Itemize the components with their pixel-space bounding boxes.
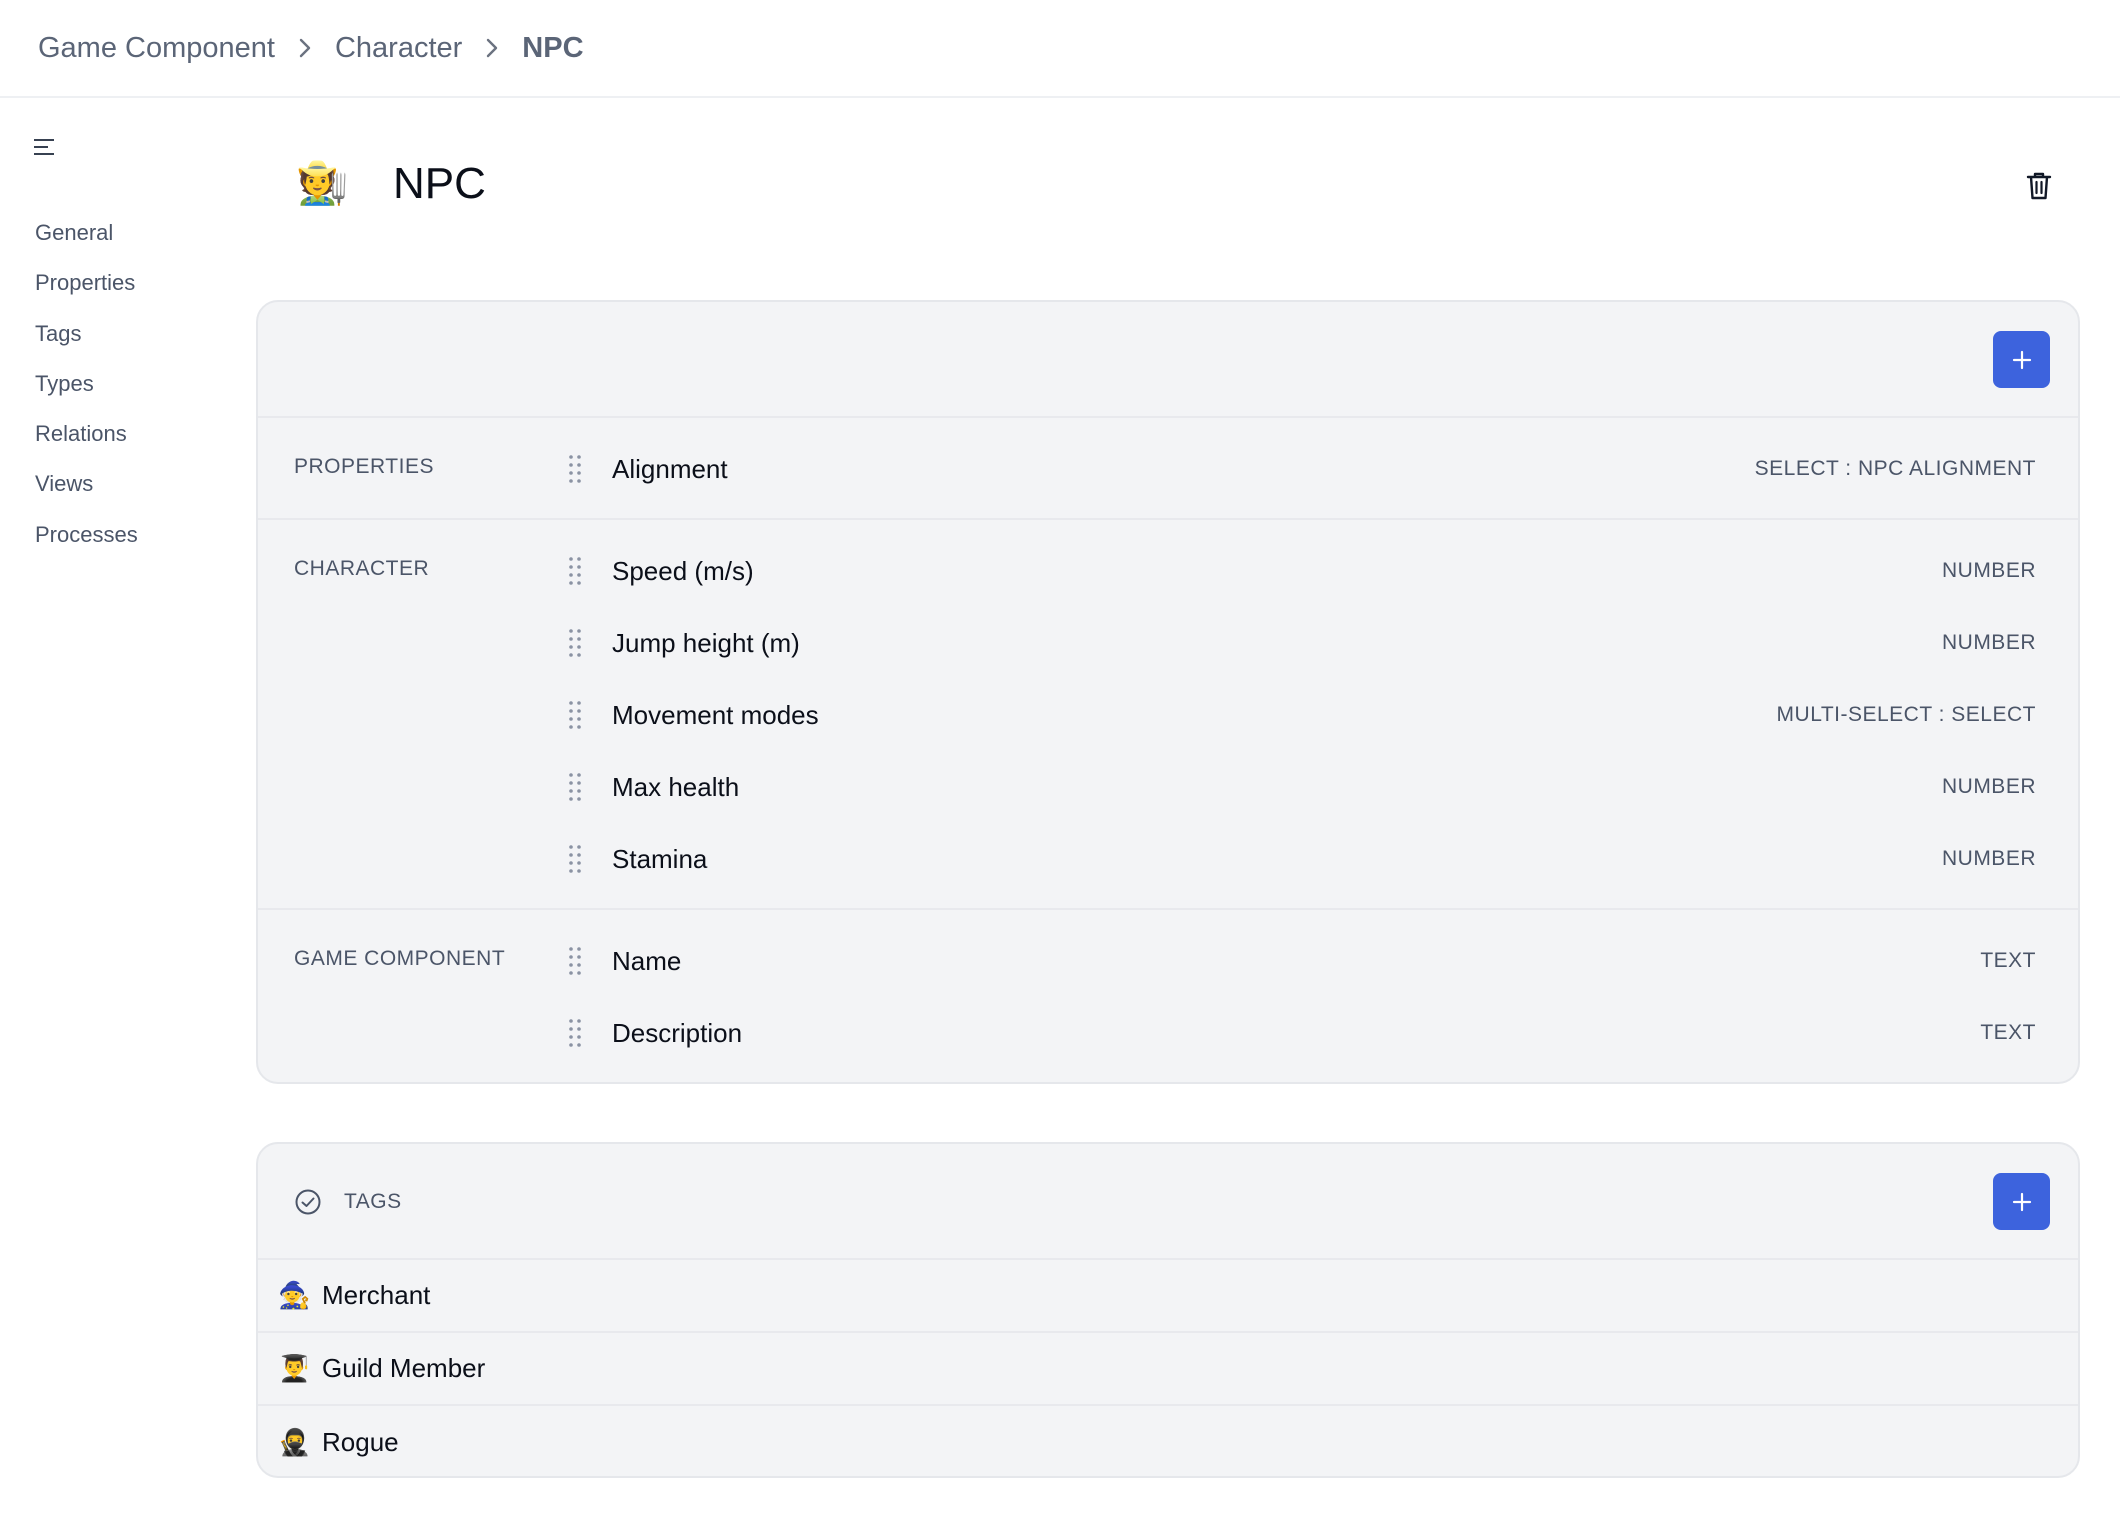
property-name: Movement modes (612, 699, 819, 730)
property-name: Max health (612, 771, 740, 802)
property-type: NUMBER (1941, 631, 2036, 654)
tag-name: Merchant (322, 1280, 431, 1310)
property-type: NUMBER (1941, 775, 2036, 798)
page-title[interactable]: NPC (393, 156, 486, 212)
drag-handle-icon[interactable] (568, 844, 582, 874)
drag-handle-icon[interactable] (568, 454, 582, 484)
property-row-description[interactable]: Description TEXT (258, 997, 2078, 1069)
property-type: NUMBER (1941, 559, 2036, 582)
check-circle-icon (295, 1189, 321, 1215)
property-row-jump-height[interactable]: Jump height (m) NUMBER (258, 607, 2078, 679)
sidebar-item-types[interactable]: Types (35, 359, 138, 409)
property-row-alignment[interactable]: Alignment SELECT : NPC ALIGNMENT (258, 433, 2078, 505)
breadcrumb-game-component[interactable]: Game Component (38, 32, 275, 65)
drag-handle-icon[interactable] (568, 1018, 582, 1048)
property-row-movement-modes[interactable]: Movement modes MULTI-SELECT : SELECT (258, 679, 2078, 751)
property-type: SELECT : NPC ALIGNMENT (1754, 457, 2036, 480)
tag-name: Guild Member (322, 1353, 486, 1383)
property-name: Description (612, 1017, 743, 1048)
trash-icon[interactable] (2024, 170, 2054, 202)
top-bar: Game Component Character NPC (0, 0, 2120, 98)
property-name: Jump height (m) (612, 627, 800, 658)
drag-handle-icon[interactable] (568, 772, 582, 802)
plus-icon (2012, 1192, 2031, 1211)
property-type: TEXT (1980, 949, 2036, 972)
plus-icon (2012, 350, 2031, 369)
ninja-emoji-icon: 🥷 (278, 1427, 311, 1457)
add-property-button[interactable] (1993, 331, 2050, 388)
tag-row-merchant[interactable]: 🧙 Merchant (258, 1260, 2078, 1333)
drag-handle-icon[interactable] (568, 700, 582, 730)
tags-panel-header: TAGS (258, 1144, 2078, 1260)
sidebar-item-general[interactable]: General (35, 208, 138, 258)
drag-handle-icon[interactable] (568, 628, 582, 658)
breadcrumb-character[interactable]: Character (335, 32, 462, 65)
mage-emoji-icon: 🧙 (278, 1280, 311, 1310)
property-group-character: CHARACTER Speed (m/s) NUMBER Jump height… (258, 520, 2078, 910)
sidebar: General Properties Tags Types Relations … (0, 98, 240, 1514)
tags-panel: TAGS 🧙 Merchant 👨‍🎓 Guild Member 🥷 Rogue (256, 1142, 2080, 1478)
property-name: Stamina (612, 843, 708, 874)
sidebar-item-relations[interactable]: Relations (35, 409, 138, 459)
property-row-speed[interactable]: Speed (m/s) NUMBER (258, 535, 2078, 607)
property-name: Name (612, 945, 682, 976)
tag-row-guild-member[interactable]: 👨‍🎓 Guild Member (258, 1333, 2078, 1406)
chevron-right-icon (275, 37, 335, 59)
property-row-stamina[interactable]: Stamina NUMBER (258, 823, 2078, 895)
sidebar-item-tags[interactable]: Tags (35, 309, 138, 359)
property-type: NUMBER (1941, 847, 2036, 870)
property-type: TEXT (1980, 1021, 2036, 1044)
drag-handle-icon[interactable] (568, 946, 582, 976)
sidebar-item-processes[interactable]: Processes (35, 510, 138, 560)
component-emoji-icon[interactable]: 🧑‍🌾 (296, 158, 348, 208)
graduate-emoji-icon: 👨‍🎓 (278, 1353, 311, 1383)
property-row-max-health[interactable]: Max health NUMBER (258, 751, 2078, 823)
tag-row-rogue[interactable]: 🥷 Rogue (258, 1406, 2078, 1476)
breadcrumb-npc[interactable]: NPC (522, 32, 583, 65)
property-group-game-component: GAME COMPONENT Name TEXT Description TEX… (258, 910, 2078, 1082)
properties-panel: PROPERTIES Alignment SELECT : NPC ALIGNM… (256, 300, 2080, 1084)
sidebar-item-views[interactable]: Views (35, 459, 138, 509)
property-type: MULTI-SELECT : SELECT (1776, 703, 2036, 726)
chevron-right-icon (462, 37, 522, 59)
property-group-properties: PROPERTIES Alignment SELECT : NPC ALIGNM… (258, 418, 2078, 520)
add-tag-button[interactable] (1993, 1173, 2050, 1230)
sidebar-nav: General Properties Tags Types Relations … (35, 208, 138, 560)
drag-handle-icon[interactable] (568, 556, 582, 586)
tag-name: Rogue (322, 1427, 399, 1457)
property-name: Speed (m/s) (612, 555, 754, 586)
sidebar-item-properties[interactable]: Properties (35, 258, 138, 308)
property-row-name[interactable]: Name TEXT (258, 925, 2078, 997)
tags-section-label: TAGS (344, 1190, 402, 1213)
menu-icon[interactable] (32, 136, 58, 158)
properties-panel-header (258, 302, 2078, 418)
property-name: Alignment (612, 453, 728, 484)
